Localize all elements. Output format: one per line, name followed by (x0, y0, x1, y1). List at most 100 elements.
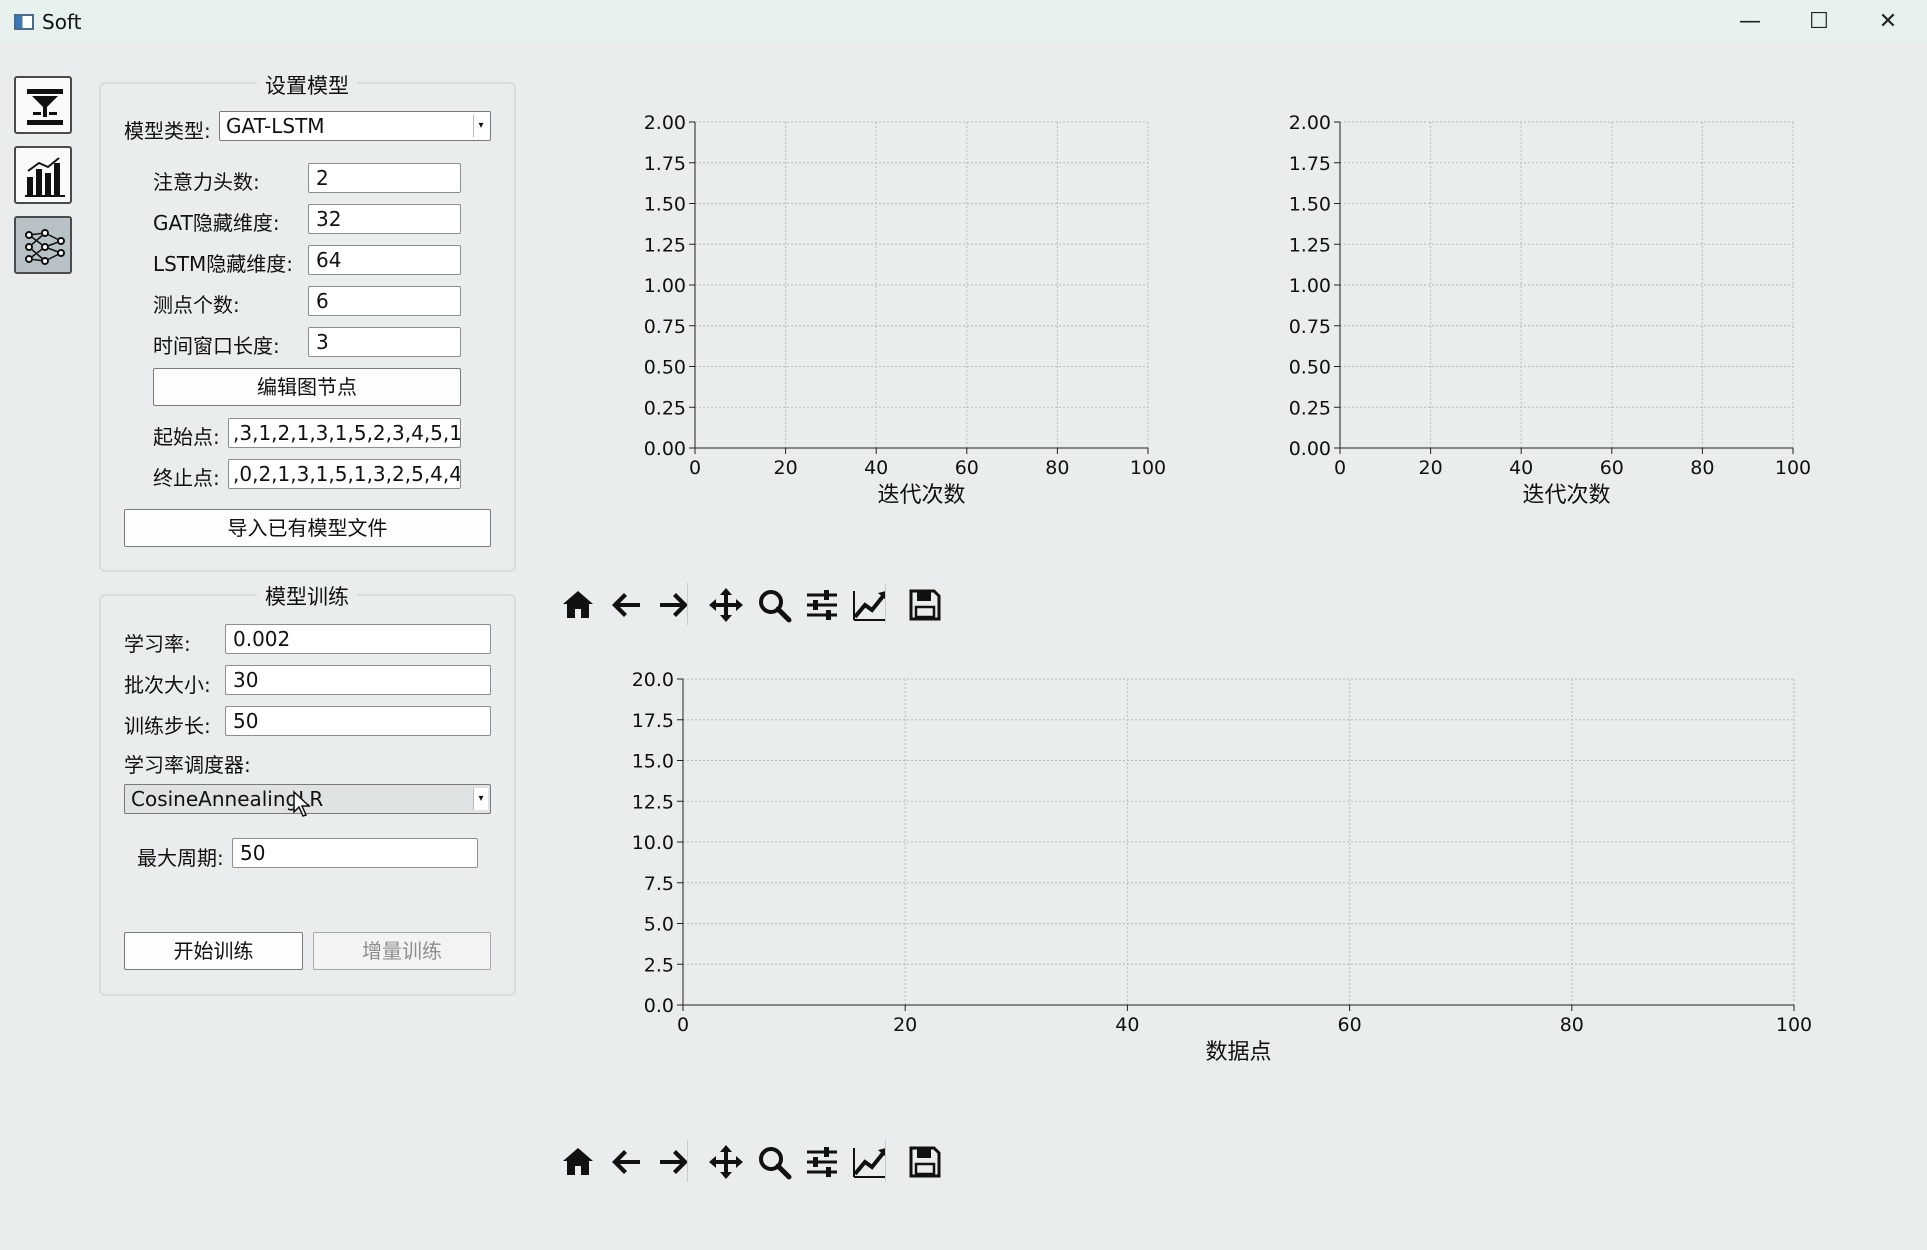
minimize-button[interactable]: — (1728, 6, 1772, 38)
x-tick-label: 20 (1419, 457, 1443, 479)
window-length-label: 时间窗口长度: (153, 334, 280, 358)
pan-icon (709, 588, 743, 622)
back-button[interactable] (608, 587, 644, 623)
maximize-button[interactable]: ☐ (1797, 6, 1841, 38)
y-tick-label: 2.00 (644, 112, 686, 134)
x-tick-label: 20 (893, 1014, 917, 1036)
model-setup-title: 设置模型 (257, 70, 357, 100)
y-tick-label: 1.50 (1289, 194, 1331, 216)
gat-hidden-input[interactable]: 32 (308, 204, 461, 234)
network-nav-button[interactable] (14, 216, 72, 274)
data-points-chart[interactable]: 0 20 40 60 80 100 0.0 2.5 5.0 7.5 10.0 12.5 15.0 17.5… (620, 660, 1840, 1070)
incremental-training-button[interactable]: 增量训练 (313, 932, 491, 970)
batch-size-input[interactable]: 30 (225, 665, 491, 695)
x-tick-label: 60 (1338, 1014, 1362, 1036)
pan-icon (709, 1145, 743, 1179)
window-title: Soft (42, 10, 82, 34)
app-icon (14, 14, 34, 30)
edit-axes-button[interactable] (852, 1144, 888, 1180)
save-button[interactable] (907, 587, 943, 623)
y-tick-label: 10.0 (632, 832, 674, 854)
edit-axes-icon (853, 1148, 886, 1178)
x-tick-label: 0 (677, 1014, 689, 1036)
edit-axes-button[interactable] (852, 587, 888, 623)
y-tick-label: 1.25 (1289, 234, 1331, 256)
y-tick-label: 0.00 (644, 438, 686, 460)
import-model-button[interactable]: 导入已有模型文件 (124, 509, 491, 547)
y-tick-label: 1.75 (1289, 153, 1331, 175)
y-tick-label: 0.50 (644, 357, 686, 379)
loss-chart-1[interactable]: 0 20 40 60 80 100 0.00 0.25 0.50 0.75 1.00 1.25 1.50… (620, 100, 1180, 510)
close-button[interactable]: ✕ (1866, 6, 1910, 38)
y-tick-label: 1.25 (644, 234, 686, 256)
lstm-hidden-label: LSTM隐藏维度: (153, 252, 294, 276)
home-icon (563, 1148, 593, 1175)
back-icon (612, 1150, 640, 1174)
train-steps-input[interactable]: 50 (225, 706, 491, 736)
window-length-input[interactable]: 3 (308, 327, 461, 357)
save-button[interactable] (907, 1144, 943, 1180)
y-tick-label: 0.50 (1289, 357, 1331, 379)
lstm-hidden-input[interactable]: 64 (308, 245, 461, 275)
x-tick-label: 80 (1045, 457, 1069, 479)
gat-hidden-label: GAT隐藏维度: (153, 211, 280, 235)
model-type-select[interactable]: GAT-LSTM ▾ (219, 111, 491, 141)
funnel-icon (27, 89, 63, 125)
learning-rate-input[interactable]: 0.002 (225, 624, 491, 654)
zoom-icon (759, 1147, 792, 1180)
home-icon (563, 591, 593, 618)
x-tick-label: 60 (955, 457, 979, 479)
home-button[interactable] (560, 587, 596, 623)
x-tick-label: 0 (689, 457, 701, 479)
y-tick-label: 0.75 (1289, 316, 1331, 338)
y-tick-label: 0.00 (1289, 438, 1331, 460)
edit-graph-nodes-button[interactable]: 编辑图节点 (153, 368, 461, 406)
configure-button[interactable] (804, 1144, 840, 1180)
start-point-input[interactable]: ,3,1,2,1,3,1,5,2,3,4,5,1,4 (228, 418, 461, 448)
y-tick-label: 5.0 (644, 914, 674, 936)
bar-chart-icon (25, 157, 65, 197)
y-tick-label: 1.75 (644, 153, 686, 175)
model-type-value: GAT-LSTM (226, 114, 325, 138)
x-axis-label: 迭代次数 (877, 483, 965, 508)
toolbar-separator (687, 583, 688, 625)
toolbar-separator (687, 1140, 688, 1182)
max-period-input[interactable]: 50 (232, 838, 478, 868)
mouse-cursor-icon (293, 790, 311, 817)
x-tick-label: 40 (1115, 1014, 1139, 1036)
chart-toolbar-top (560, 579, 1040, 629)
x-tick-label: 100 (1130, 457, 1166, 479)
y-tick-label: 7.5 (644, 873, 674, 895)
zoom-button[interactable] (756, 587, 792, 623)
home-button[interactable] (560, 1144, 596, 1180)
back-button[interactable] (608, 1144, 644, 1180)
chart-nav-button[interactable] (14, 146, 72, 204)
heads-label: 注意力头数: (153, 170, 260, 194)
configure-button[interactable] (804, 587, 840, 623)
toolbar-separator (885, 583, 886, 625)
x-axis-label: 数据点 (1205, 1040, 1271, 1065)
x-tick-label: 60 (1600, 457, 1624, 479)
model-type-label: 模型类型: (124, 119, 211, 143)
loss-chart-2[interactable]: 0 20 40 60 80 100 0.00 0.25 0.50 0.75 1.00 1.25 1.50… (1265, 100, 1825, 510)
zoom-button[interactable] (756, 1144, 792, 1180)
x-tick-label: 100 (1776, 1014, 1812, 1036)
chart-toolbar-bottom (560, 1136, 1040, 1186)
x-tick-label: 40 (1509, 457, 1533, 479)
x-axis-label: 迭代次数 (1522, 483, 1610, 508)
x-tick-label: 20 (774, 457, 798, 479)
pan-button[interactable] (708, 1144, 744, 1180)
configure-icon (807, 590, 837, 620)
end-point-input[interactable]: ,0,2,1,3,1,5,1,3,2,5,4,4,1 (228, 459, 461, 489)
title-bar: Soft — ☐ ✕ (0, 0, 1927, 44)
model-nav-button[interactable] (14, 76, 72, 134)
start-training-button[interactable]: 开始训练 (124, 932, 303, 970)
x-tick-label: 40 (864, 457, 888, 479)
pan-button[interactable] (708, 587, 744, 623)
y-tick-label: 0.0 (644, 995, 674, 1017)
training-title: 模型训练 (257, 581, 357, 611)
y-tick-label: 1.00 (1289, 275, 1331, 297)
y-tick-label: 2.5 (644, 954, 674, 976)
points-input[interactable]: 6 (308, 286, 461, 316)
heads-input[interactable]: 2 (308, 163, 461, 193)
